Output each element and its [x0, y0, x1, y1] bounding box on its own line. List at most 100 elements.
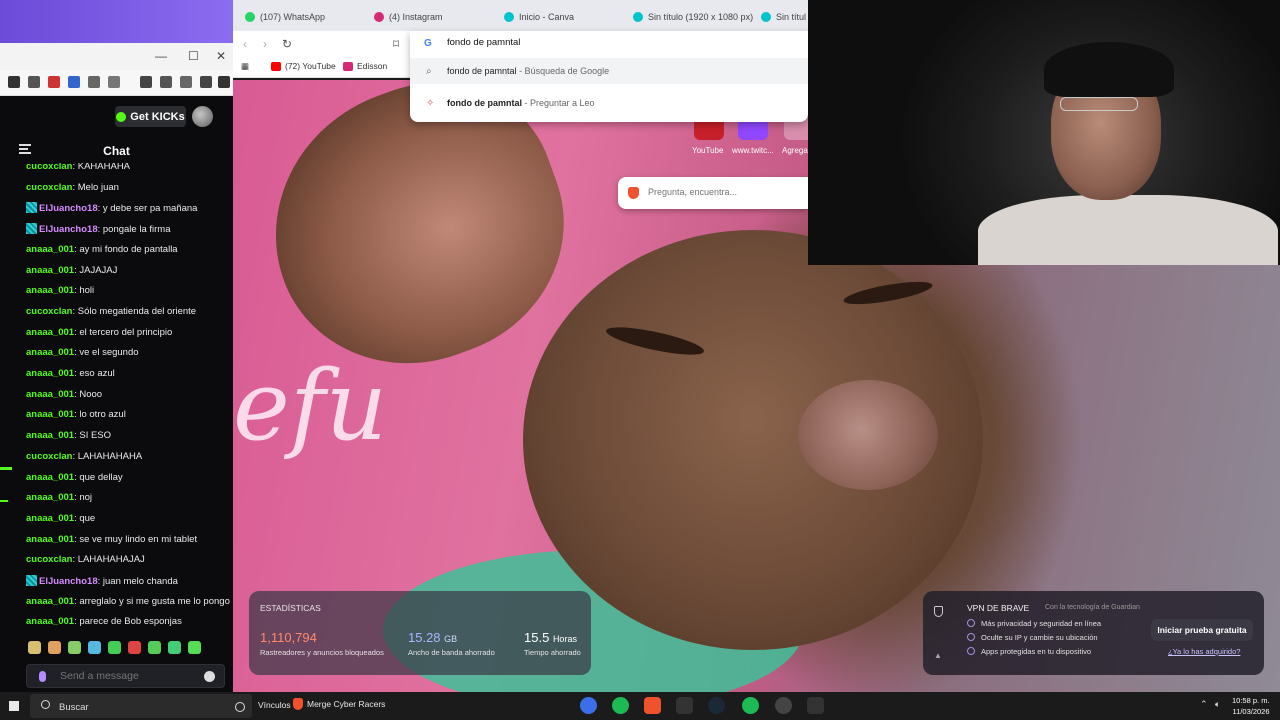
chat-username[interactable]: anaaa_001	[26, 492, 74, 503]
omnibox-suggestion[interactable]: ✧ fondo de pamntal - Preguntar a Leo	[410, 90, 808, 116]
emote-icon[interactable]	[128, 641, 141, 654]
chat-username[interactable]: cucoxclan	[26, 554, 72, 565]
emote-icon[interactable]	[68, 641, 81, 654]
epic-games-icon[interactable]	[676, 697, 693, 714]
screenshot-icon[interactable]	[108, 76, 120, 88]
chat-username[interactable]: ElJuancho18	[39, 576, 98, 587]
chat-message[interactable]: anaaa_001: ay mi fondo de pantalla	[26, 244, 231, 255]
chat-message[interactable]: cucoxclan: LAHAHAHAHA	[26, 451, 231, 462]
chat-message[interactable]: anaaa_001: que dellay	[26, 472, 231, 483]
chat-username[interactable]: cucoxclan	[26, 451, 72, 462]
emote-icon[interactable]	[48, 641, 61, 654]
chat-message[interactable]: anaaa_001: SI ESO	[26, 430, 231, 441]
wallet-icon[interactable]	[160, 76, 172, 88]
chat-username[interactable]: cucoxclan	[26, 182, 72, 193]
chat-message[interactable]: anaaa_001: se ve muy lindo en mi tablet	[26, 534, 231, 545]
chat-username[interactable]: anaaa_001	[26, 244, 74, 255]
spotify-icon[interactable]	[742, 697, 759, 714]
chat-message[interactable]: ElJuancho18: pongale la firma	[26, 223, 231, 235]
emote-icon[interactable]	[108, 641, 121, 654]
chat-message[interactable]: ElJuancho18: juan melo chanda	[26, 575, 231, 587]
chat-username[interactable]: anaaa_001	[26, 265, 74, 276]
chat-message[interactable]: anaaa_001: que	[26, 513, 231, 524]
chat-message[interactable]: ElJuancho18: y debe ser pa mañana	[26, 202, 231, 214]
key-icon[interactable]	[8, 76, 20, 88]
puzzle-icon[interactable]	[88, 76, 100, 88]
emote-icon[interactable]	[28, 641, 41, 654]
chat-username[interactable]: ElJuancho18	[39, 224, 98, 235]
shield-icon[interactable]	[200, 76, 212, 88]
chat-username[interactable]: anaaa_001	[26, 472, 74, 483]
obs-icon[interactable]	[775, 697, 792, 714]
emoji-icon[interactable]	[204, 671, 215, 682]
menu-icon[interactable]	[218, 76, 230, 88]
chat-message[interactable]: anaaa_001: eso azul	[26, 368, 231, 379]
emote-icon[interactable]	[188, 641, 201, 654]
emote-icon[interactable]	[88, 641, 101, 654]
emote-icon[interactable]	[148, 641, 161, 654]
chat-username[interactable]: anaaa_001	[26, 347, 74, 358]
collapse-up-icon[interactable]: ▲	[934, 651, 942, 660]
bookmark-item[interactable]: Edisson	[343, 61, 387, 71]
tab-2[interactable]: Inicio - Canva	[504, 8, 624, 26]
chat-message-list[interactable]: cucoxclan: KAHAHAHA cucoxclan: Melo juan E…	[0, 163, 233, 633]
cast-icon[interactable]	[48, 76, 60, 88]
steam-icon[interactable]	[708, 697, 725, 714]
bookmark-item[interactable]: (72) YouTube	[271, 61, 336, 71]
chat-username[interactable]: anaaa_001	[26, 368, 74, 379]
get-kicks-button[interactable]: Get KICKs	[115, 106, 186, 127]
chat-message[interactable]: anaaa_001: lo otro azul	[26, 409, 231, 420]
chat-username[interactable]: anaaa_001	[26, 389, 74, 400]
minimize-icon[interactable]: —	[155, 49, 167, 63]
spotify-icon[interactable]	[612, 697, 629, 714]
chat-message[interactable]: anaaa_001: parece de Bob esponjas	[26, 616, 231, 627]
chat-message[interactable]: anaaa_001: holi	[26, 285, 231, 296]
chat-username[interactable]: anaaa_001	[26, 409, 74, 420]
tab-3[interactable]: Sin título (1920 x 1080 px)	[633, 8, 753, 26]
brave-taskbar-icon[interactable]	[644, 697, 661, 714]
chat-message[interactable]: anaaa_001: arreglalo y si me gusta me lo…	[26, 596, 231, 607]
chat-username[interactable]: ElJuancho18	[39, 203, 98, 214]
send-message-input[interactable]	[60, 670, 200, 682]
discord-icon[interactable]	[580, 697, 597, 714]
chat-message[interactable]: anaaa_001: JAJAJAJ	[26, 265, 231, 276]
chat-username[interactable]: anaaa_001	[26, 513, 74, 524]
chat-username[interactable]: anaaa_001	[26, 285, 74, 296]
chat-message[interactable]: anaaa_001: noj	[26, 492, 231, 503]
omnibox-suggestion[interactable]: ⌕ fondo de pamntal - Búsqueda de Google	[410, 58, 808, 84]
already-purchased-link[interactable]: ¿Ya lo has adquirido?	[1168, 647, 1240, 656]
omnibox-input[interactable]	[447, 37, 747, 48]
forward-icon[interactable]: ›	[263, 37, 267, 51]
apps-grid-icon[interactable]: ▦	[241, 61, 249, 72]
wifi-icon[interactable]	[68, 76, 80, 88]
chat-username[interactable]: anaaa_001	[26, 327, 74, 338]
tab-4[interactable]: Sin título	[761, 8, 806, 26]
send-message-box[interactable]	[26, 664, 225, 688]
chat-message[interactable]: anaaa_001: ve el segundo	[26, 347, 231, 358]
chat-username[interactable]: anaaa_001	[26, 616, 74, 627]
chat-message[interactable]: cucoxclan: LAHAHAHAJAJ	[26, 554, 231, 565]
sidebar-icon[interactable]	[140, 76, 152, 88]
chat-username[interactable]: anaaa_001	[26, 596, 74, 607]
chat-username[interactable]: anaaa_001	[26, 430, 74, 441]
leo-ask-input[interactable]	[648, 187, 798, 197]
leo-ask-box[interactable]	[618, 177, 808, 209]
chat-message[interactable]: cucoxclan: Melo juan	[26, 182, 231, 193]
chevron-up-icon[interactable]: ⌃	[1200, 699, 1208, 710]
reload-icon[interactable]: ↻	[282, 37, 292, 51]
stats-widget[interactable]: ESTADÍSTICAS 1,110,794 15.28 GB 15.5 Hor…	[249, 591, 591, 675]
system-clock[interactable]: 10:58 p. m. 11/03/2026	[1232, 695, 1270, 717]
maximize-icon[interactable]: ☐	[188, 49, 199, 63]
volume-icon[interactable]: 🔈︎	[1215, 699, 1220, 710]
chat-username[interactable]: cucoxclan	[26, 306, 72, 317]
bookmark-icon[interactable]: ⌑	[393, 37, 399, 51]
chat-message[interactable]: cucoxclan: Sólo megatienda del oriente	[26, 306, 231, 317]
epic-games-icon[interactable]	[807, 697, 824, 714]
taskbar-search[interactable]: Buscar	[30, 694, 252, 718]
chat-message[interactable]: cucoxclan: KAHAHAHA	[26, 163, 231, 172]
emote-icon[interactable]	[168, 641, 181, 654]
running-app-label[interactable]: Merge Cyber Racers	[307, 699, 385, 709]
close-icon[interactable]: ✕	[216, 49, 226, 63]
rewards-icon[interactable]	[180, 76, 192, 88]
links-toolbar-label[interactable]: Vínculos	[258, 700, 291, 710]
